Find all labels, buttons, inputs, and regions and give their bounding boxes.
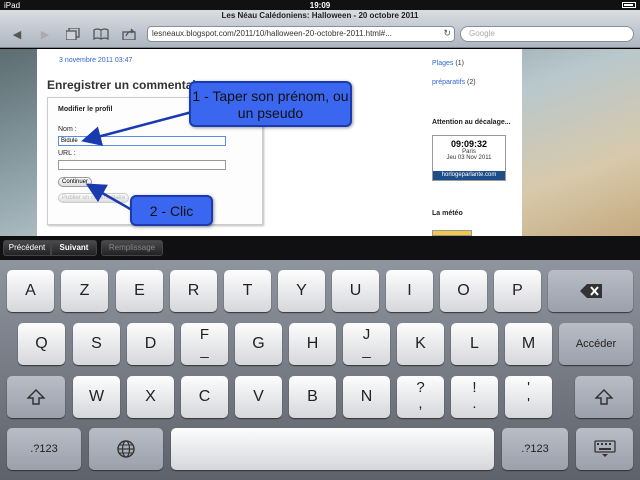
web-content: 3 novembre 2011 03:47 Enregistrer un com… — [0, 49, 640, 236]
autofill-button[interactable]: Remplissage — [101, 240, 163, 256]
page-title: Les Néau Calédoniens: Halloween - 20 oct… — [221, 11, 419, 20]
key-h[interactable]: H — [289, 323, 336, 365]
shift-key[interactable] — [7, 376, 65, 418]
key-d[interactable]: D — [127, 323, 174, 365]
battery-icon — [620, 1, 636, 10]
on-screen-keyboard: A Z E R T Y U I O P Q S D F _ G H J _ K … — [0, 260, 640, 480]
hide-keyboard-key[interactable] — [576, 428, 633, 470]
browser-toolbar: Les Néau Calédoniens: Halloween - 20 oct… — [0, 10, 640, 48]
key-b[interactable]: B — [289, 376, 336, 418]
clock-date: Jeu 03 Nov 2011 — [446, 155, 492, 161]
key-r[interactable]: R — [170, 270, 217, 312]
go-button[interactable]: Accéder — [559, 323, 633, 365]
key-f-label: F — [199, 326, 210, 343]
key-question-label: ? — [416, 379, 425, 396]
continue-button[interactable]: Continuer — [58, 177, 93, 187]
globe-key[interactable] — [89, 428, 163, 470]
next-field-button[interactable]: Suivant — [51, 240, 97, 256]
key-k[interactable]: K — [397, 323, 444, 365]
backspace-icon — [579, 282, 602, 299]
numbers-key[interactable]: .?123 — [7, 428, 81, 470]
key-j[interactable]: J _ — [343, 323, 390, 365]
key-g[interactable]: G — [235, 323, 282, 365]
key-w[interactable]: W — [73, 376, 120, 418]
shift-icon — [594, 388, 614, 405]
name-field[interactable]: Bidule — [58, 136, 226, 146]
key-apostrophe-bottom: ' — [527, 395, 530, 412]
sidebar-link[interactable]: Plages (1) — [432, 60, 464, 67]
key-v[interactable]: V — [235, 376, 282, 418]
post-date-link[interactable]: 3 novembre 2011 03:47 — [59, 57, 132, 64]
key-x[interactable]: X — [127, 376, 174, 418]
forward-arrow-icon[interactable]: ▶ — [36, 28, 54, 42]
key-period-label: . — [472, 395, 477, 412]
key-comma-label: , — [418, 395, 423, 412]
status-time: 19:09 — [309, 0, 331, 10]
publish-comment-button[interactable]: Publier un commentaire — [58, 193, 130, 203]
key-e[interactable]: E — [116, 270, 163, 312]
sidebar-link-label: Plages — [432, 60, 454, 67]
key-question-comma[interactable]: ? , — [397, 376, 444, 418]
key-o[interactable]: O — [440, 270, 487, 312]
key-apostrophe[interactable]: ' ' — [505, 376, 552, 418]
comment-section-title: Enregistrer un commentaire — [47, 78, 208, 92]
key-q[interactable]: Q — [18, 323, 65, 365]
previous-field-button[interactable]: Précédent — [3, 240, 51, 256]
clock-time: 09:09:32 — [450, 139, 488, 149]
carrier-label: iPad — [4, 0, 21, 10]
key-f[interactable]: F _ — [181, 323, 228, 365]
key-a[interactable]: A — [7, 270, 54, 312]
back-arrow-icon[interactable]: ◀ — [8, 28, 26, 42]
instruction-callout: 1 - Taper son prénom, ou un pseudo — [189, 81, 352, 127]
key-s[interactable]: S — [73, 323, 120, 365]
key-t[interactable]: T — [224, 270, 271, 312]
globe-icon — [117, 440, 135, 458]
key-m[interactable]: M — [505, 323, 552, 365]
clock-brand: horlogeparlante.com — [433, 171, 505, 180]
key-n[interactable]: N — [343, 376, 390, 418]
pages-icon[interactable] — [64, 27, 82, 42]
clock-widget[interactable]: 09:09:32 Paris Jeu 03 Nov 2011 horlogepa… — [432, 135, 506, 181]
status-bar: iPad 19:09 — [0, 0, 640, 10]
key-f-underscore: _ — [200, 342, 209, 359]
key-p[interactable]: P — [494, 270, 541, 312]
reload-icon[interactable]: ↻ — [443, 28, 451, 39]
keyboard-dismiss-icon — [593, 440, 616, 457]
key-i[interactable]: I — [386, 270, 433, 312]
share-icon[interactable] — [120, 28, 138, 42]
numbers-key-right[interactable]: .?123 — [502, 428, 568, 470]
key-j-label: J — [362, 326, 371, 343]
clock-heading: Attention au décalage... — [432, 119, 511, 126]
key-apostrophe-top: ' — [527, 379, 530, 396]
key-exclaim-label: ! — [472, 379, 477, 396]
key-exclaim-period[interactable]: ! . — [451, 376, 498, 418]
backspace-key[interactable] — [548, 270, 633, 312]
shift-icon — [26, 388, 46, 405]
key-u[interactable]: U — [332, 270, 379, 312]
url-label: URL : — [58, 150, 76, 157]
url-field[interactable] — [58, 160, 226, 170]
key-c[interactable]: C — [181, 376, 228, 418]
bookmarks-icon[interactable] — [92, 28, 110, 42]
key-j-underscore: _ — [362, 342, 371, 359]
key-z[interactable]: Z — [61, 270, 108, 312]
meteo-heading: La météo — [432, 210, 463, 217]
sidebar-link-count: (1) — [455, 60, 464, 67]
space-bar[interactable] — [171, 428, 494, 470]
search-input[interactable]: Google — [460, 26, 634, 42]
address-bar[interactable]: lesneaux.blogspot.com/2011/10/halloween-… — [147, 26, 455, 42]
ipad-screen: iPad 19:09 Les Néau Calédoniens: Hallowe… — [0, 0, 640, 480]
form-assistant-bar: Précédent Suivant Remplissage — [0, 236, 640, 260]
form-legend: Modifier le profil — [58, 106, 113, 113]
sidebar-link-label: préparatifs — [432, 79, 466, 86]
shift-key-right[interactable] — [575, 376, 633, 418]
name-label: Nom : — [58, 126, 77, 133]
url-text: lesneaux.blogspot.com/2011/10/halloween-… — [152, 29, 392, 38]
instruction-callout: 2 - Clic — [130, 195, 213, 226]
key-y[interactable]: Y — [278, 270, 325, 312]
sidebar-link[interactable]: préparatifs (2) — [432, 79, 476, 86]
sidebar-link-count: (2) — [467, 79, 476, 86]
key-l[interactable]: L — [451, 323, 498, 365]
